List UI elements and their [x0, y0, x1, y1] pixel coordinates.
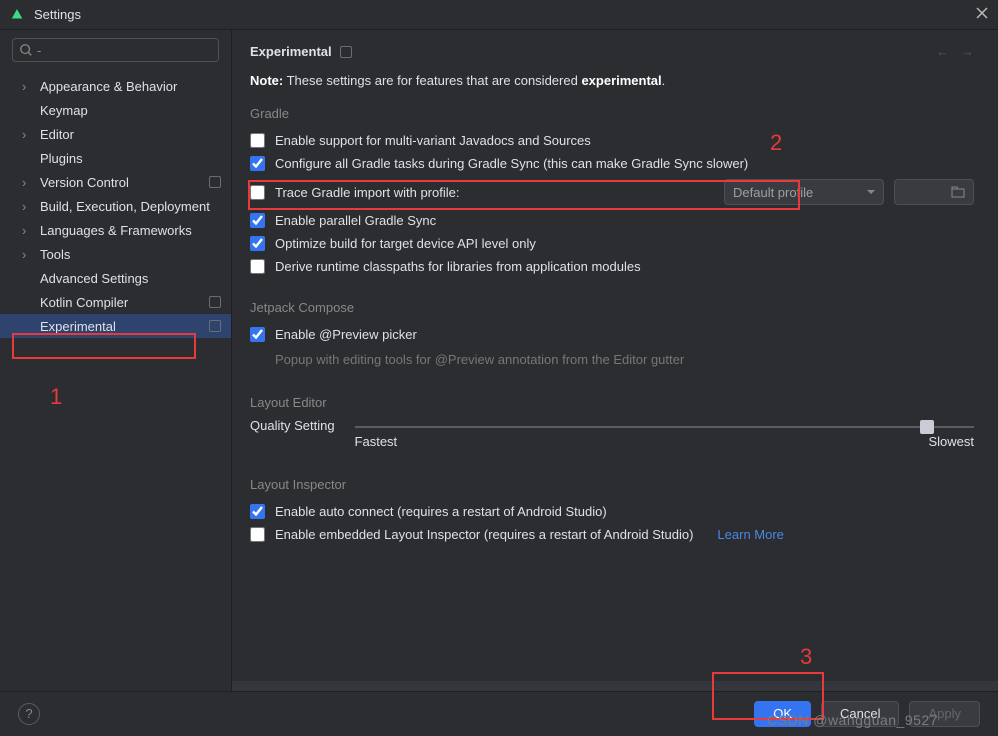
settings-tree: ›Appearance & Behavior Keymap ›Editor Pl…	[0, 70, 231, 338]
section-gradle: Gradle	[250, 106, 974, 121]
checkbox[interactable]	[250, 133, 265, 148]
project-badge-icon	[340, 46, 352, 58]
apply-button[interactable]: Apply	[909, 701, 980, 727]
section-jetpack: Jetpack Compose	[250, 300, 974, 315]
slider-thumb[interactable]	[920, 420, 934, 434]
search-icon	[19, 43, 33, 57]
slowest-label: Slowest	[928, 434, 974, 449]
window-title: Settings	[34, 7, 976, 22]
section-layout-inspector: Layout Inspector	[250, 477, 974, 492]
check-preview[interactable]: Enable @Preview picker	[250, 323, 974, 346]
chevron-right-icon: ›	[22, 199, 32, 214]
learn-more-link[interactable]: Learn More	[717, 527, 783, 542]
checkbox[interactable]	[250, 504, 265, 519]
project-badge-icon	[209, 296, 221, 308]
checkbox[interactable]	[250, 259, 265, 274]
project-badge-icon	[209, 320, 221, 332]
chevron-right-icon: ›	[22, 175, 32, 190]
checkbox[interactable]	[250, 327, 265, 342]
fastest-label: Fastest	[355, 434, 398, 449]
help-button[interactable]: ?	[18, 703, 40, 725]
check-auto-connect[interactable]: Enable auto connect (requires a restart …	[250, 500, 974, 523]
page-title: Experimental	[250, 44, 974, 59]
forward-icon[interactable]: →	[961, 44, 974, 59]
folder-icon	[951, 186, 965, 198]
preview-desc: Popup with editing tools for @Preview an…	[275, 350, 684, 369]
sidebar-item-keymap[interactable]: Keymap	[0, 98, 231, 122]
nav-arrows: ← →	[936, 44, 974, 59]
dialog-footer: ? OK Cancel Apply	[0, 691, 998, 735]
browse-button[interactable]	[894, 179, 974, 205]
check-javadocs[interactable]: Enable support for multi-variant Javadoc…	[250, 129, 974, 152]
section-layout-editor: Layout Editor	[250, 395, 974, 410]
settings-sidebar: - ›Appearance & Behavior Keymap ›Editor …	[0, 30, 232, 691]
checkbox[interactable]	[250, 527, 265, 542]
chevron-right-icon: ›	[22, 127, 32, 142]
android-studio-icon	[10, 8, 24, 22]
project-badge-icon	[209, 176, 221, 188]
note-text: Note: These settings are for features th…	[250, 73, 974, 88]
search-input[interactable]: -	[12, 38, 219, 62]
check-derive[interactable]: Derive runtime classpaths for libraries …	[250, 255, 974, 278]
chevron-right-icon: ›	[22, 247, 32, 262]
cancel-button[interactable]: Cancel	[821, 701, 899, 727]
sidebar-item-appearance[interactable]: ›Appearance & Behavior	[0, 74, 231, 98]
sidebar-item-tools[interactable]: ›Tools	[0, 242, 231, 266]
sidebar-item-experimental[interactable]: Experimental	[0, 314, 231, 338]
close-icon[interactable]	[976, 7, 988, 22]
quality-label: Quality Setting	[250, 418, 335, 433]
back-icon[interactable]: ←	[936, 44, 949, 59]
horizontal-scrollbar[interactable]	[232, 681, 998, 691]
check-embedded[interactable]: Enable embedded Layout Inspector (requir…	[250, 527, 693, 542]
sidebar-item-editor[interactable]: ›Editor	[0, 122, 231, 146]
checkbox[interactable]	[250, 156, 265, 171]
checkbox[interactable]	[250, 213, 265, 228]
sidebar-item-build[interactable]: ›Build, Execution, Deployment	[0, 194, 231, 218]
check-trace[interactable]: Trace Gradle import with profile:	[250, 185, 459, 200]
titlebar: Settings	[0, 0, 998, 30]
profile-select[interactable]: Default profile	[724, 179, 884, 205]
checkbox[interactable]	[250, 236, 265, 251]
settings-content: ← → Experimental Note: These settings ar…	[232, 30, 998, 691]
chevron-right-icon: ›	[22, 223, 32, 238]
check-parallel[interactable]: Enable parallel Gradle Sync	[250, 209, 974, 232]
sidebar-item-vcs[interactable]: ›Version Control	[0, 170, 231, 194]
check-optimize[interactable]: Optimize build for target device API lev…	[250, 232, 974, 255]
checkbox[interactable]	[250, 185, 265, 200]
quality-slider[interactable]	[355, 426, 974, 428]
sidebar-item-plugins[interactable]: Plugins	[0, 146, 231, 170]
sidebar-item-kotlin[interactable]: Kotlin Compiler	[0, 290, 231, 314]
check-configure-all[interactable]: Configure all Gradle tasks during Gradle…	[250, 152, 974, 175]
chevron-right-icon: ›	[22, 79, 32, 94]
sidebar-item-languages[interactable]: ›Languages & Frameworks	[0, 218, 231, 242]
sidebar-item-advanced[interactable]: Advanced Settings	[0, 266, 231, 290]
ok-button[interactable]: OK	[754, 701, 811, 727]
